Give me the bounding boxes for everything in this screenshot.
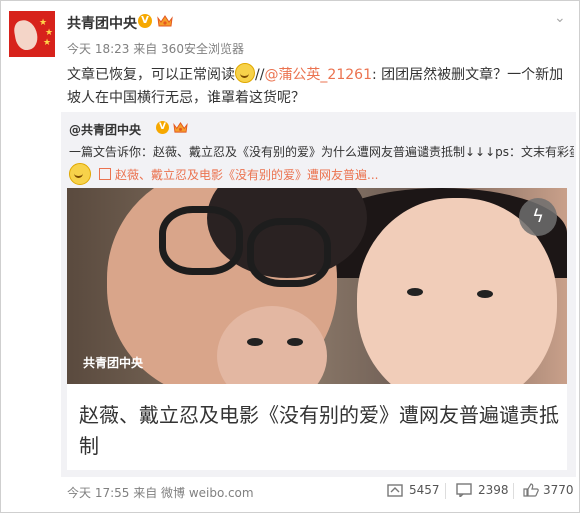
repost-source: 来自 微博 weibo.com [133,486,254,500]
weibo-post: ★ ★ ★ 共青团中央 V ⌄ 今天 18:23 来自 360安全浏览器 文章已… [0,0,580,513]
comment-count: 2398 [478,483,509,497]
post-text: 文章已恢复，可以正常阅读 [67,67,235,83]
repost-icon [387,484,403,497]
repost-button[interactable]: 5457 [387,483,440,497]
verified-badge-icon[interactable]: V [138,14,152,28]
article-card[interactable]: 共青团中央 ϟ 赵薇、戴立忍及电影《没有别的爱》遭网友普遍谴责抵制 [67,188,567,470]
article-link-text[interactable]: 赵薇、戴立忍及电影《没有别的爱》遭网友普遍... [115,166,378,183]
comment-button[interactable]: 2398 [456,483,509,497]
comment-icon [456,483,472,497]
crown-icon[interactable] [173,121,188,134]
divider [513,483,514,499]
repost-text: 一篇文告诉你：赵薇、戴立忍及《没有别的爱》为什么遭网友普遍谴责抵制↓↓↓ps：文… [69,145,574,159]
post-timestamp[interactable]: 今天 18:23 [67,42,129,56]
article-icon [99,168,111,180]
lightning-icon[interactable]: ϟ [519,198,557,236]
author-name[interactable]: 共青团中央 [67,13,137,33]
smile-emoji-icon [69,163,91,185]
like-count: 3770 [543,483,574,497]
post-content: 文章已恢复，可以正常阅读//@蒲公英_21261: 团团居然被删文章？一个新加坡… [67,63,567,110]
chevron-down-icon[interactable]: ⌄ [554,10,566,26]
mention-link[interactable]: @蒲公英_21261 [264,67,372,83]
star-icon: ★ [45,28,54,38]
repost-timestamp[interactable]: 今天 17:55 [67,486,129,500]
article-title[interactable]: 赵薇、戴立忍及电影《没有别的爱》遭网友普遍谴责抵制 [79,400,559,462]
avatar-emblem [12,18,40,52]
star-icon: ★ [43,38,52,48]
post-meta: 今天 18:23 来自 360安全浏览器 [67,40,244,57]
smile-emoji-icon [235,63,255,83]
post-source: 来自 360安全浏览器 [133,42,244,56]
repost-count: 5457 [409,483,440,497]
crown-icon[interactable] [157,14,173,28]
article-cover-image[interactable]: 共青团中央 ϟ [67,188,567,384]
repost-meta: 今天 17:55 来自 微博 weibo.com [67,484,254,501]
reposted-weibo: @共青团中央 V 一篇文告诉你：赵薇、戴立忍及《没有别的爱》为什么遭网友普遍谴责… [61,112,576,477]
star-icon: ★ [39,18,48,28]
verified-badge-icon[interactable]: V [156,121,169,134]
divider [445,483,446,499]
repost-author[interactable]: @共青团中央 [69,121,141,138]
avatar[interactable]: ★ ★ ★ [9,11,55,57]
image-watermark: 共青团中央 [83,356,144,370]
like-button[interactable]: 3770 [523,483,574,497]
thumbs-up-icon [523,483,539,497]
article-link[interactable]: 赵薇、戴立忍及电影《没有别的爱》遭网友普遍... [69,163,378,185]
